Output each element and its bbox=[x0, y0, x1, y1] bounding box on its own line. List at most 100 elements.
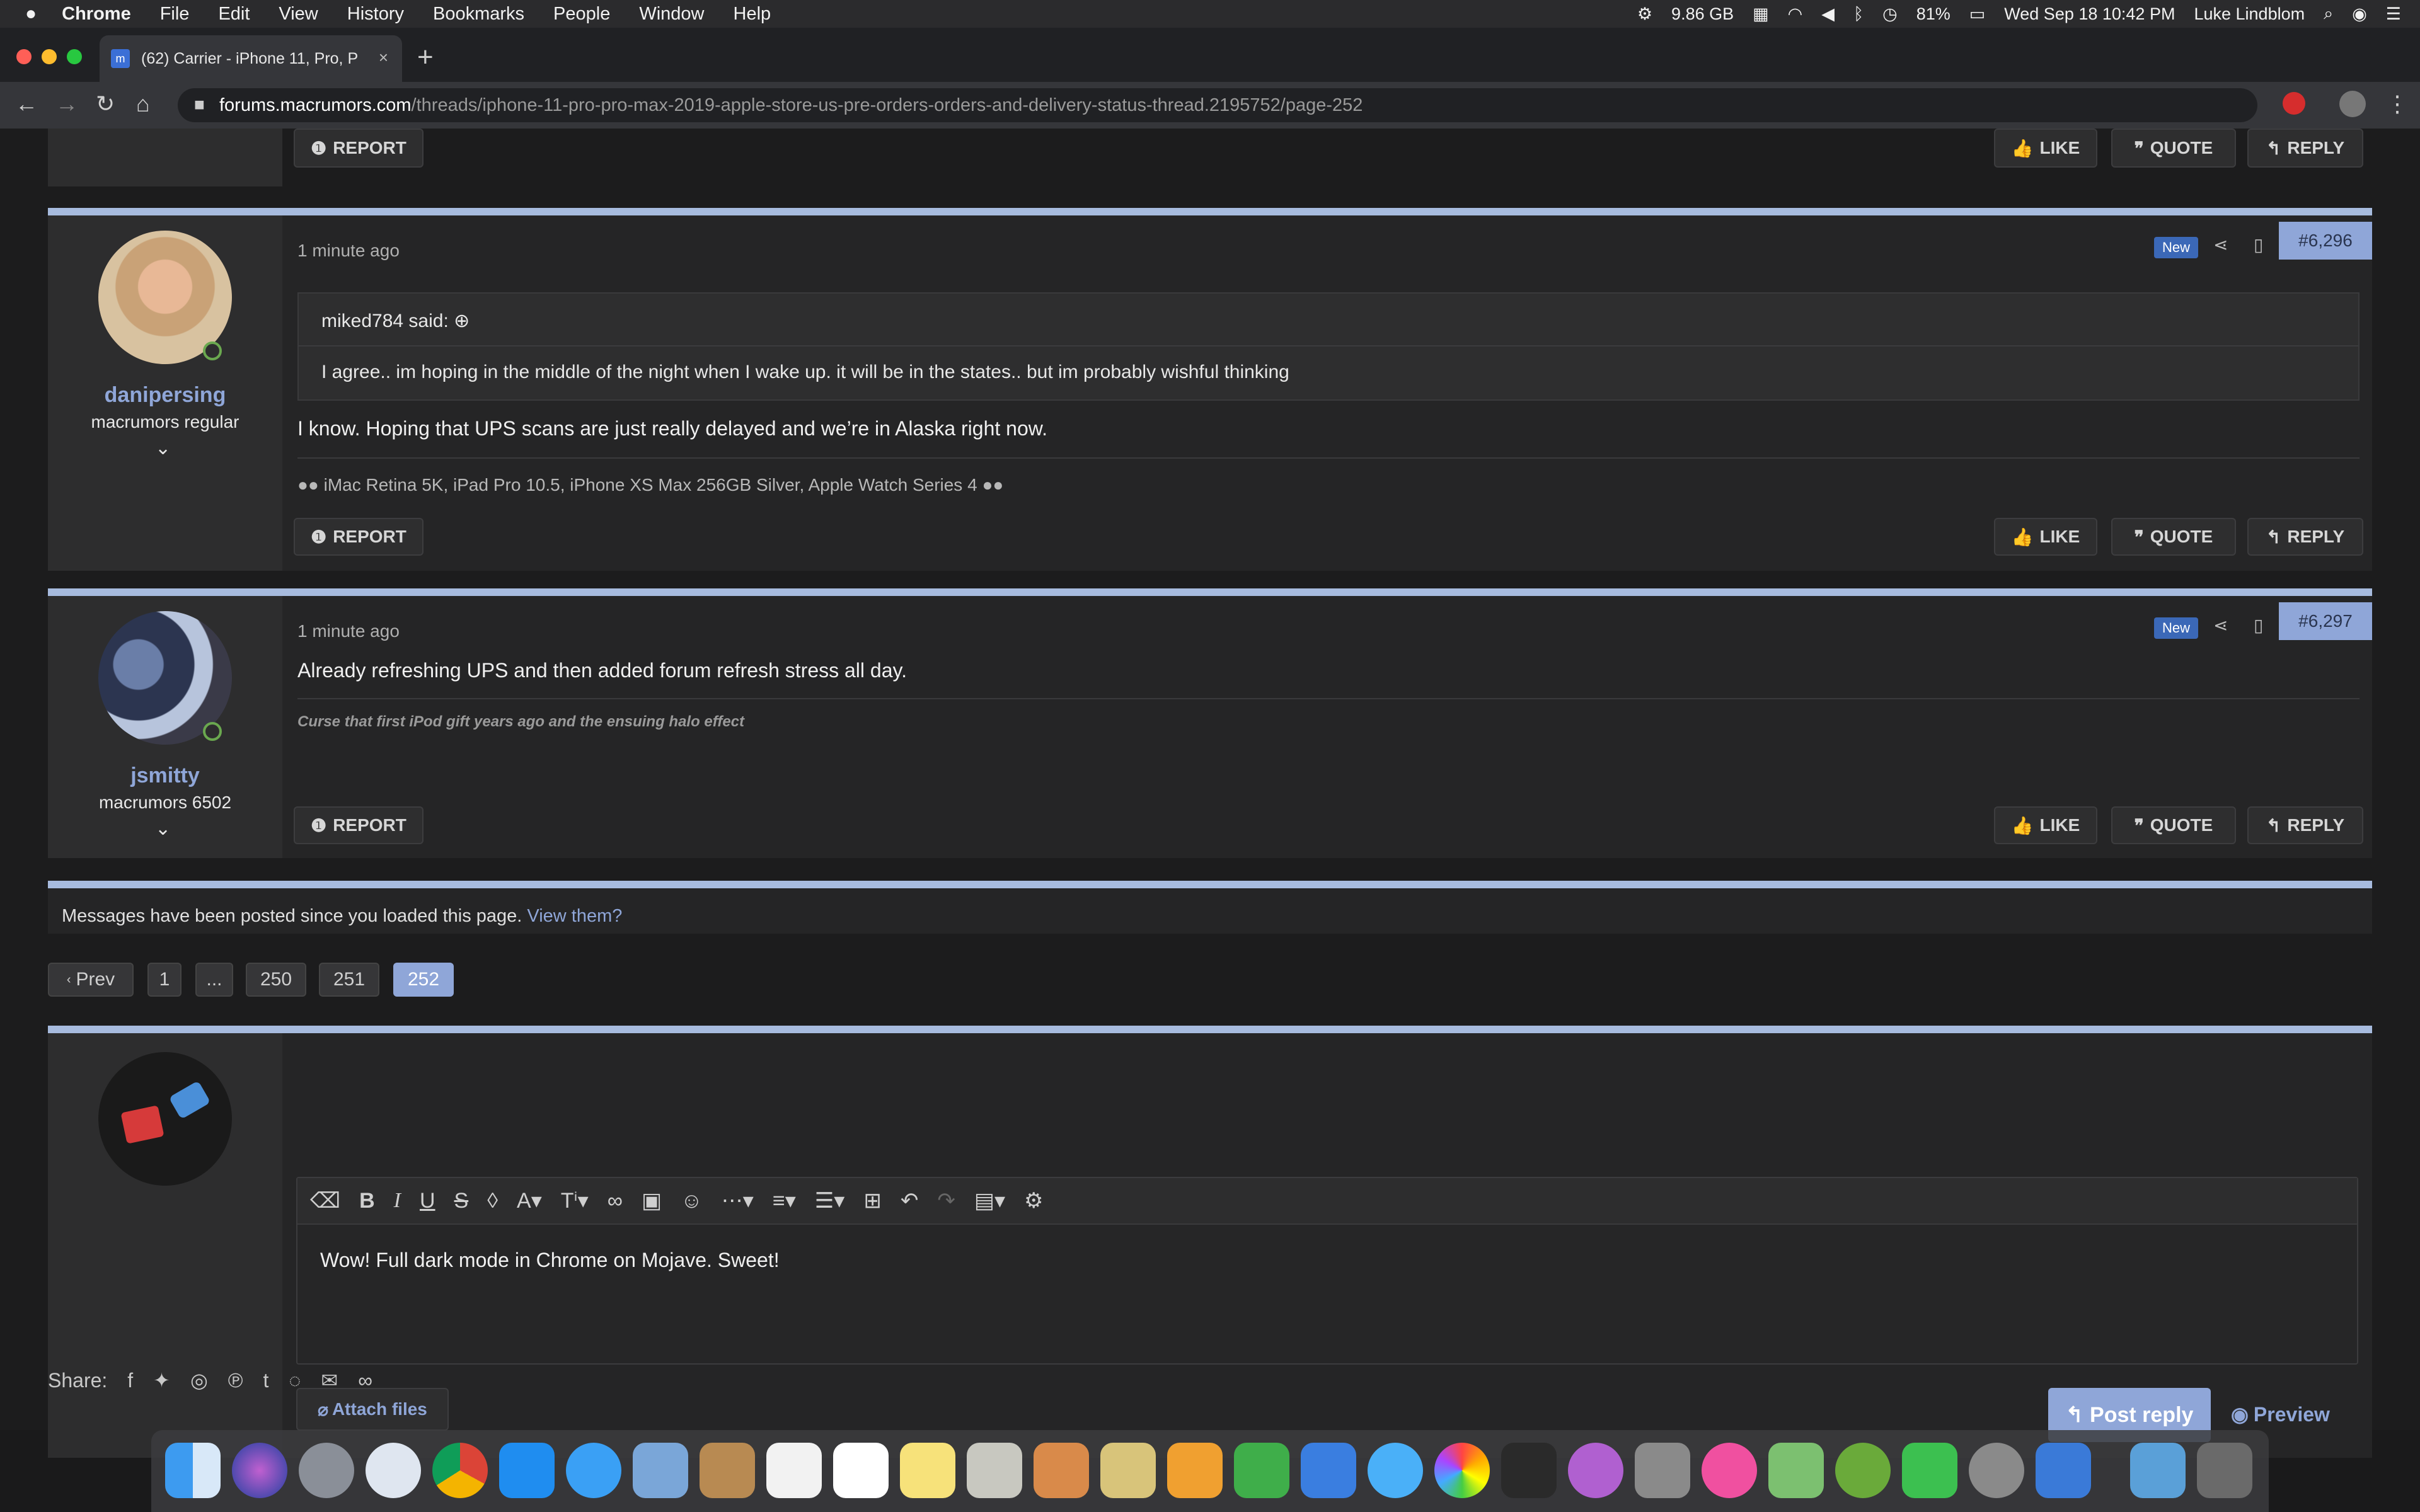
like-button[interactable]: 👍 LIKE bbox=[1994, 129, 2097, 168]
parallels-icon[interactable] bbox=[2036, 1443, 2091, 1498]
like-button[interactable]: 👍 LIKE bbox=[1994, 518, 2097, 556]
photos-icon[interactable] bbox=[1434, 1443, 1490, 1498]
chrome-icon[interactable] bbox=[432, 1443, 488, 1498]
reply-editor[interactable]: ⌫ B I U S ◊ A▾ Tⁱ▾ ∞ ▣ ☺ ⋯▾ ≡▾ ☰▾ ⊞ ↶ ↷ … bbox=[296, 1177, 2358, 1365]
post-timestamp[interactable]: 1 minute ago bbox=[297, 241, 400, 261]
package-app-icon[interactable] bbox=[1034, 1443, 1089, 1498]
align-icon[interactable]: ≡▾ bbox=[773, 1188, 796, 1213]
new-tab-button[interactable]: + bbox=[417, 42, 434, 73]
view-new-messages-link[interactable]: View them? bbox=[527, 906, 622, 926]
address-bar[interactable]: ■ forums.macrumors.com/threads/iphone-11… bbox=[178, 88, 2257, 122]
menu-people[interactable]: People bbox=[553, 4, 610, 25]
status-icon[interactable]: ⚙ bbox=[1637, 4, 1652, 24]
post-username[interactable]: danipersing bbox=[48, 383, 282, 408]
post-number[interactable]: #6,296 bbox=[2279, 222, 2372, 260]
expand-user-info-icon[interactable]: ⌄ bbox=[155, 437, 171, 459]
layout-icon[interactable]: ▦ bbox=[1753, 4, 1769, 24]
post-number[interactable]: #6,297 bbox=[2279, 602, 2372, 640]
italic-icon[interactable]: I bbox=[394, 1189, 401, 1213]
downloads-folder-icon[interactable] bbox=[2130, 1443, 2186, 1498]
user-name[interactable]: Luke Lindblom bbox=[2194, 4, 2305, 24]
pages-icon[interactable] bbox=[1167, 1443, 1223, 1498]
post-username[interactable]: jsmitty bbox=[48, 764, 282, 788]
menu-view[interactable]: View bbox=[279, 4, 318, 25]
final-cut-icon[interactable] bbox=[1501, 1443, 1557, 1498]
compressor-icon[interactable] bbox=[1635, 1443, 1690, 1498]
volume-icon[interactable]: ◀ bbox=[1821, 4, 1835, 24]
messages-icon[interactable] bbox=[1368, 1443, 1423, 1498]
memory-status[interactable]: 9.86 GB bbox=[1671, 4, 1734, 24]
time-machine-icon[interactable] bbox=[366, 1443, 421, 1498]
reload-icon[interactable]: ↻ bbox=[96, 91, 115, 117]
bluetooth-icon[interactable]: ᛒ bbox=[1853, 4, 1864, 24]
back-icon[interactable]: ← bbox=[15, 91, 38, 117]
link-icon[interactable]: ∞ bbox=[608, 1189, 623, 1213]
reminders-icon[interactable] bbox=[766, 1443, 822, 1498]
expand-user-info-icon[interactable]: ⌄ bbox=[155, 818, 171, 840]
time-machine-icon[interactable]: ◷ bbox=[1882, 4, 1898, 24]
menu-help[interactable]: Help bbox=[734, 4, 771, 25]
reply-button[interactable]: ↰ REPLY bbox=[2247, 806, 2363, 844]
window-close-button[interactable] bbox=[16, 49, 32, 64]
bookmark-icon[interactable]: ▯ bbox=[2254, 234, 2263, 255]
underline-icon[interactable]: U bbox=[420, 1189, 435, 1213]
report-button[interactable]: ❶ REPORT bbox=[294, 518, 424, 556]
notes-icon[interactable] bbox=[900, 1443, 955, 1498]
emoji-icon[interactable]: ☺ bbox=[681, 1189, 703, 1213]
tab-close-icon[interactable]: × bbox=[379, 48, 388, 67]
tumblr-icon[interactable]: t bbox=[263, 1369, 268, 1392]
siri-icon[interactable] bbox=[232, 1443, 287, 1498]
window-minimize-button[interactable] bbox=[42, 49, 57, 64]
font-size-icon[interactable]: Tⁱ▾ bbox=[561, 1188, 589, 1213]
quote-button[interactable]: ❞ QUOTE bbox=[2111, 806, 2236, 844]
spotlight-search-icon[interactable]: ⌕ bbox=[2324, 4, 2333, 24]
link-icon[interactable]: ∞ bbox=[358, 1369, 372, 1392]
motion-icon[interactable] bbox=[1568, 1443, 1623, 1498]
list-icon[interactable]: ☰▾ bbox=[815, 1188, 845, 1213]
like-button[interactable]: 👍 LIKE bbox=[1994, 806, 2097, 844]
keynote-icon[interactable] bbox=[1301, 1443, 1356, 1498]
report-button[interactable]: ❶ REPORT bbox=[294, 129, 424, 168]
email-icon[interactable]: ✉ bbox=[321, 1368, 338, 1392]
my-avatar[interactable] bbox=[98, 1052, 232, 1186]
bookmark-icon[interactable]: ▯ bbox=[2254, 615, 2263, 636]
maps-icon[interactable] bbox=[1768, 1443, 1824, 1498]
window-zoom-button[interactable] bbox=[67, 49, 82, 64]
browser-tab[interactable]: m (62) Carrier - iPhone 11, Pro, P × bbox=[100, 35, 402, 82]
mail-app-icon[interactable] bbox=[633, 1443, 688, 1498]
battery-status[interactable]: 81% bbox=[1916, 4, 1950, 24]
whatsapp-icon[interactable]: ◌ bbox=[289, 1369, 301, 1392]
text-color-icon[interactable]: ◊ bbox=[487, 1189, 498, 1213]
report-button[interactable]: ❶ REPORT bbox=[294, 806, 424, 844]
strikethrough-icon[interactable]: S bbox=[454, 1189, 469, 1213]
redo-icon[interactable]: ↷ bbox=[937, 1188, 955, 1213]
page-250[interactable]: 250 bbox=[246, 963, 306, 997]
apple-menu-icon[interactable]: ● bbox=[25, 3, 37, 25]
share-icon[interactable]: ⋖ bbox=[2213, 234, 2228, 255]
contacts-icon[interactable] bbox=[700, 1443, 755, 1498]
menu-app-name[interactable]: Chrome bbox=[62, 4, 131, 25]
post-timestamp[interactable]: 1 minute ago bbox=[297, 621, 400, 641]
numbers-icon[interactable] bbox=[1234, 1443, 1289, 1498]
reddit-icon[interactable]: ◎ bbox=[190, 1368, 208, 1392]
menu-edit[interactable]: Edit bbox=[218, 4, 250, 25]
menu-bookmarks[interactable]: Bookmarks bbox=[433, 4, 524, 25]
calendar-icon[interactable] bbox=[833, 1443, 889, 1498]
go-to-quote-icon[interactable]: ⊕ bbox=[454, 311, 470, 331]
siri-icon[interactable]: ◉ bbox=[2352, 4, 2367, 24]
chrome-menu-icon[interactable]: ⋮ bbox=[2386, 91, 2409, 117]
quote-button[interactable]: ❞ QUOTE bbox=[2111, 129, 2236, 168]
trash-icon[interactable] bbox=[2197, 1443, 2252, 1498]
preview-button[interactable]: ◉ Preview bbox=[2231, 1402, 2330, 1426]
notification-center-icon[interactable]: ☰ bbox=[2386, 4, 2401, 24]
keychain-icon[interactable] bbox=[1100, 1443, 1156, 1498]
menu-file[interactable]: File bbox=[160, 4, 190, 25]
home-icon[interactable]: ⌂ bbox=[136, 91, 150, 117]
reply-button[interactable]: ↰ REPLY bbox=[2247, 518, 2363, 556]
more-options-icon[interactable]: ⋯▾ bbox=[722, 1188, 754, 1213]
bold-icon[interactable]: B bbox=[359, 1189, 375, 1213]
undo-icon[interactable]: ↶ bbox=[901, 1188, 919, 1213]
app-store-icon[interactable] bbox=[499, 1443, 555, 1498]
finder-icon[interactable] bbox=[165, 1443, 221, 1498]
reply-button[interactable]: ↰ REPLY bbox=[2247, 129, 2363, 168]
